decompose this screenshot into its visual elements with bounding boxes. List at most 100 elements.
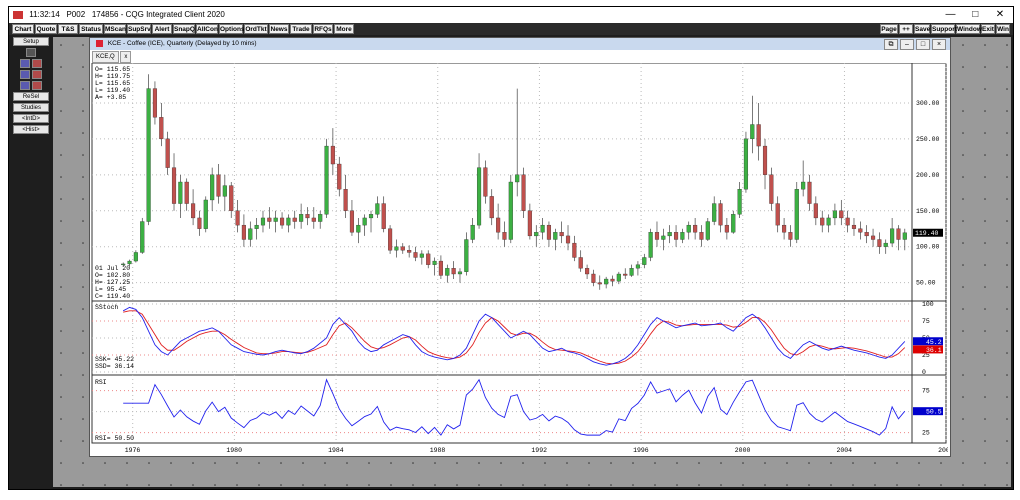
candle-body	[801, 181, 806, 190]
chart-type-icon[interactable]	[20, 59, 30, 68]
stoch-axis-tick: 75	[922, 318, 930, 325]
toolbar-window-button[interactable]: Window	[956, 24, 982, 34]
candle-body	[839, 210, 844, 219]
toolbar-more-button[interactable]: More	[334, 24, 354, 34]
ssd-badge-text: 36.1	[926, 347, 942, 354]
candle-body	[133, 252, 138, 262]
studies-button[interactable]: Studies	[13, 103, 49, 112]
chart-window-minimize-button[interactable]: –	[900, 39, 914, 50]
app-icon	[13, 10, 23, 19]
candle-body	[610, 278, 615, 282]
candle-body	[718, 203, 723, 226]
toolbar-options-button[interactable]: Options	[219, 24, 245, 34]
symbol-tab-label[interactable]: KCE,Q	[92, 51, 119, 63]
stoch-axis-tick: 100	[922, 301, 934, 308]
candle-body	[515, 174, 520, 183]
maximize-button[interactable]: □	[964, 7, 986, 23]
candle-body	[591, 273, 596, 283]
stoch-label: SStoch	[95, 304, 119, 311]
candle-body	[597, 282, 602, 285]
stoch-ssk-readout: SSK= 45.22	[95, 356, 134, 363]
toolbar-ordtkt-button[interactable]: OrdTkt	[244, 24, 268, 34]
candle-body	[476, 167, 482, 226]
toolbar-status-button[interactable]: Status	[79, 24, 103, 34]
candle-body	[712, 203, 717, 222]
toolbar-mscan-button[interactable]: MScan	[104, 24, 126, 34]
setup-button[interactable]: Setup	[13, 37, 49, 46]
candle-body	[635, 264, 640, 269]
candle-body	[178, 181, 183, 204]
chart-area[interactable]: O= 115.65 H= 119.75 L= 115.65 L= 119.40 …	[90, 63, 948, 455]
candle-body	[686, 224, 691, 233]
chart-style-icon[interactable]	[32, 59, 42, 68]
price-axis-tick: 150.00	[916, 208, 940, 215]
overlay-icon[interactable]	[32, 81, 42, 90]
candle-body	[508, 181, 513, 240]
last-price-text: 119.40	[915, 230, 939, 237]
candle-body	[883, 242, 888, 247]
compare-icon[interactable]	[20, 81, 30, 90]
candle-body	[286, 217, 291, 226]
x-axis-tick: 1988	[430, 447, 446, 454]
toolbar-supsrv-button[interactable]: SupSrv	[127, 24, 151, 34]
toolbar-support-button[interactable]: Support	[931, 24, 957, 34]
rsi-axis-tick: 25	[922, 430, 930, 437]
candle-body	[483, 167, 488, 197]
chart-window-restore-button[interactable]: ⧉	[884, 39, 898, 50]
x-axis-tick: 1984	[328, 447, 344, 454]
candle-body	[756, 124, 761, 147]
candle-body	[146, 88, 151, 222]
candle-body	[877, 239, 882, 247]
toolbar-rfqs-button[interactable]: RFQs	[313, 24, 333, 34]
toolbar-allcon-button[interactable]: AllCon	[196, 24, 218, 34]
rsi-badge-text: 50.5	[926, 409, 942, 416]
candle-body	[394, 246, 399, 251]
chart-window-close-button[interactable]: ×	[932, 39, 946, 50]
toolbar-page-button[interactable]: Page	[880, 24, 898, 34]
toolbar-news-button[interactable]: News	[269, 24, 289, 34]
bar-chart-icon[interactable]	[20, 70, 30, 79]
candle-chart-icon[interactable]	[32, 70, 42, 79]
close-button[interactable]: ✕	[989, 7, 1011, 23]
candle-body	[457, 271, 463, 275]
candle-body	[661, 235, 666, 240]
candle-body	[419, 253, 424, 258]
candle-body	[540, 224, 545, 233]
resel-button[interactable]: ReSel	[13, 92, 49, 101]
hist-button[interactable]: <Hist>	[13, 125, 49, 134]
minimize-button[interactable]: —	[939, 7, 961, 23]
symbol-tab[interactable]: KCE,Q x	[92, 51, 132, 63]
candle-body	[604, 278, 609, 285]
toolbar-quote-button[interactable]: Quote	[35, 24, 57, 34]
candle-body	[324, 145, 329, 215]
candle-body	[642, 257, 647, 265]
candle-body	[699, 232, 704, 240]
toolbar-win-button[interactable]: Win	[996, 24, 1010, 34]
intd-button[interactable]: <IntD>	[13, 114, 49, 123]
candle-body	[438, 260, 443, 276]
candle-body	[267, 217, 272, 222]
toolbar-save-button[interactable]: Save	[914, 24, 930, 34]
chart-window-maximize-button[interactable]: □	[916, 39, 930, 50]
lock-icon[interactable]	[26, 48, 36, 57]
candle-body	[496, 217, 501, 233]
toolbar-chart-button[interactable]: Chart	[12, 24, 34, 34]
price-axis-tick: 200.00	[916, 172, 940, 179]
toolbar-exit-button[interactable]: Exit	[981, 24, 995, 34]
candle-body	[502, 232, 507, 240]
title-account: 174856	[91, 10, 119, 19]
candle-body	[451, 268, 456, 275]
candle-body	[356, 224, 361, 233]
toolbar-alert-button[interactable]: Alert	[152, 24, 172, 34]
toolbar-snapq-button[interactable]: SnapQ	[173, 24, 195, 34]
toolbar-trade-button[interactable]: Trade	[290, 24, 312, 34]
toolbar-t-s-button[interactable]: T&S	[58, 24, 78, 34]
candle-body	[210, 174, 215, 201]
candle-body	[788, 232, 793, 240]
candle-body	[654, 232, 660, 240]
candle-body	[381, 203, 386, 229]
candle-body	[489, 196, 494, 219]
symbol-tab-close-icon[interactable]: x	[120, 51, 132, 63]
candle-body	[724, 224, 729, 233]
toolbar---button[interactable]: ++	[899, 24, 913, 34]
